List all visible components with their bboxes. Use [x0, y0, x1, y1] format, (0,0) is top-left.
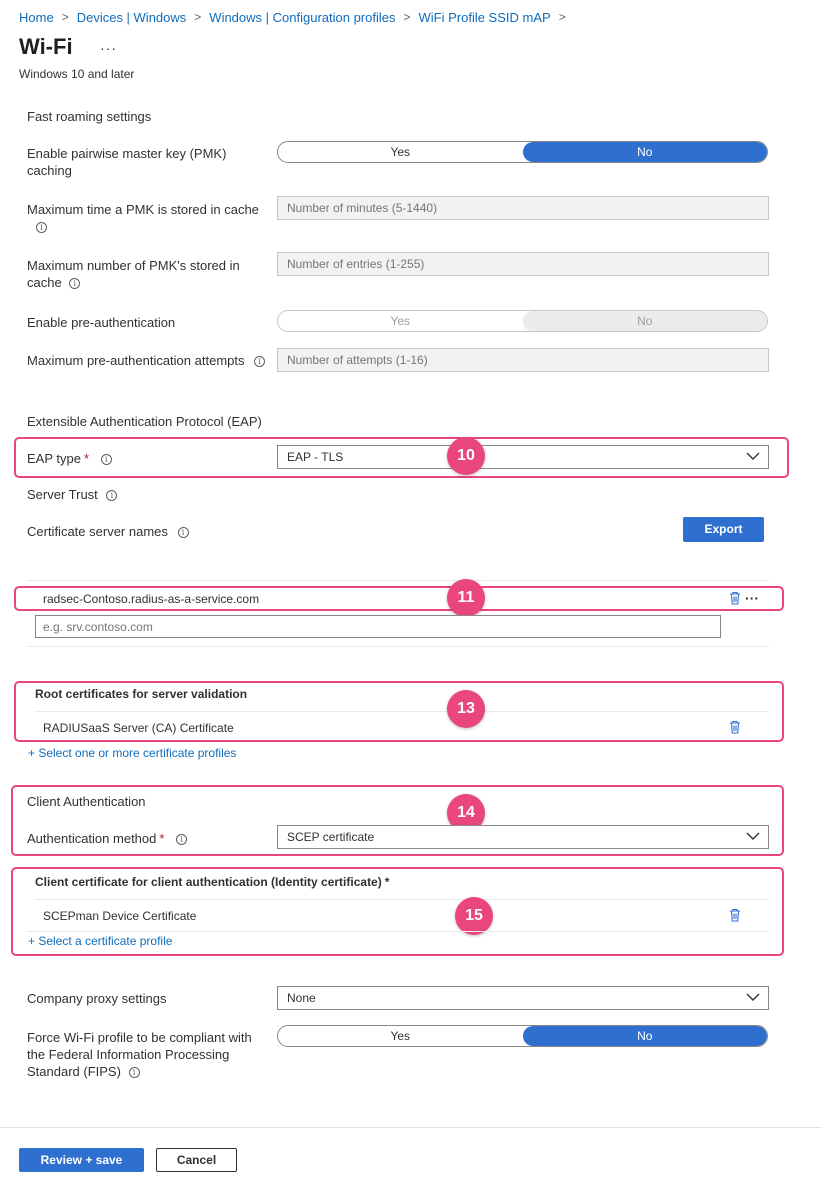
eap-type-label: EAP type * i	[27, 450, 112, 467]
breadcrumb-wifi-profile[interactable]: WiFi Profile SSID mAP	[419, 10, 551, 25]
proxy-label: Company proxy settings	[27, 991, 167, 1006]
page-title: Wi-Fi	[19, 34, 73, 59]
delete-icon[interactable]	[729, 720, 741, 734]
required-marker: *	[83, 451, 90, 466]
pmk-caching-yes-option[interactable]: Yes	[278, 142, 523, 162]
cancel-button[interactable]: Cancel	[156, 1148, 237, 1172]
pre-auth-attempts-input	[277, 348, 769, 372]
breadcrumb-devices-windows[interactable]: Devices | Windows	[77, 10, 187, 25]
root-cert-item: RADIUSaaS Server (CA) Certificate	[43, 721, 234, 735]
pmk-max-count-label-text: Maximum number of PMK's stored in cache	[27, 258, 240, 290]
divider	[27, 580, 769, 581]
callout-badge-10: 10	[447, 437, 485, 475]
info-icon[interactable]: i	[128, 1067, 140, 1079]
callout-badge-15: 15	[455, 897, 493, 935]
proxy-dropdown[interactable]: None	[277, 986, 769, 1010]
pmk-caching-no-option[interactable]: No	[522, 142, 767, 162]
delete-icon[interactable]	[729, 908, 741, 922]
chevron-right-icon: >	[194, 10, 202, 24]
fast-roaming-section-title: Fast roaming settings	[27, 109, 152, 124]
review-save-button[interactable]: Review + save	[19, 1148, 144, 1172]
chevron-down-icon	[746, 452, 760, 460]
auth-method-label-text: Authentication method	[27, 831, 157, 846]
auth-method-dropdown[interactable]: SCEP certificate	[277, 825, 769, 849]
root-certs-title: Root certificates for server validation	[35, 687, 248, 701]
pmk-max-time-input	[277, 196, 769, 220]
pre-auth-toggle: Yes No	[277, 310, 768, 332]
chevron-down-icon	[746, 832, 760, 840]
client-cert-title-text: Client certificate for client authentica…	[35, 875, 382, 889]
breadcrumb: Home > Devices | Windows > Windows | Con…	[19, 8, 574, 26]
pre-auth-attempts-label-text: Maximum pre-authentication attempts	[27, 353, 245, 368]
eap-section-title: Extensible Authentication Protocol (EAP)	[27, 414, 262, 429]
page-subtitle: Windows 10 and later	[19, 67, 135, 81]
divider	[35, 899, 769, 900]
pmk-max-time-label-text: Maximum time a PMK is stored in cache	[27, 202, 259, 217]
row-more-options-button[interactable]: ···	[745, 590, 759, 606]
eap-type-dropdown[interactable]: EAP - TLS	[277, 445, 769, 469]
pre-auth-label: Enable pre-authentication	[27, 315, 176, 330]
footer-divider	[0, 1127, 821, 1128]
divider	[35, 711, 769, 712]
pmk-max-time-label: Maximum time a PMK is stored in cache i	[27, 201, 262, 235]
divider	[27, 646, 769, 647]
client-auth-section-title: Client Authentication	[27, 794, 146, 809]
chevron-right-icon: >	[558, 10, 566, 24]
chevron-right-icon: >	[61, 10, 69, 24]
info-icon[interactable]: i	[100, 454, 112, 466]
server-trust-label: Server Trust i	[27, 486, 118, 503]
pmk-caching-toggle[interactable]: Yes No	[277, 141, 768, 163]
info-icon[interactable]: i	[69, 278, 81, 290]
auth-method-value: SCEP certificate	[287, 830, 375, 844]
divider	[27, 931, 769, 932]
delete-icon[interactable]	[729, 591, 741, 605]
callout-badge-11: 11	[447, 579, 485, 617]
export-button[interactable]: Export	[683, 517, 764, 542]
select-root-cert-profiles-link[interactable]: + Select one or more certificate profile…	[28, 746, 236, 760]
breadcrumb-configuration-profiles[interactable]: Windows | Configuration profiles	[209, 10, 395, 25]
proxy-value: None	[287, 991, 316, 1005]
fips-toggle[interactable]: Yes No	[277, 1025, 768, 1047]
pmk-max-count-label: Maximum number of PMK's stored in cache …	[27, 257, 262, 291]
pre-auth-no-option: No	[522, 311, 767, 331]
eap-type-label-text: EAP type	[27, 451, 81, 466]
required-marker: *	[159, 831, 165, 846]
info-icon[interactable]: i	[177, 527, 189, 539]
pmk-max-count-input	[277, 252, 769, 276]
pre-auth-attempts-label: Maximum pre-authentication attempts i	[27, 352, 266, 369]
pre-auth-yes-option: Yes	[390, 314, 411, 328]
breadcrumb-home[interactable]: Home	[19, 10, 54, 25]
fips-no-option[interactable]: No	[522, 1026, 767, 1046]
fips-yes-option[interactable]: Yes	[278, 1026, 523, 1046]
info-icon[interactable]: i	[36, 222, 47, 234]
fips-label: Force Wi-Fi profile to be compliant with…	[27, 1029, 265, 1080]
info-icon[interactable]: i	[254, 356, 266, 368]
client-cert-item: SCEPman Device Certificate	[43, 909, 197, 923]
callout-badge-13: 13	[447, 690, 485, 728]
required-marker: *	[384, 875, 390, 889]
server-name-input[interactable]	[35, 615, 721, 638]
server-name-entry[interactable]: radsec-Contoso.radius-as-a-service.com	[43, 591, 259, 608]
chevron-down-icon	[746, 993, 760, 1001]
more-options-button[interactable]: ···	[100, 40, 117, 56]
server-trust-label-text: Server Trust	[27, 487, 98, 502]
select-client-cert-profile-link[interactable]: + Select a certificate profile	[28, 934, 172, 948]
chevron-right-icon: >	[403, 10, 411, 24]
info-icon[interactable]: i	[106, 490, 118, 502]
info-icon[interactable]: i	[176, 834, 188, 846]
eap-type-value: EAP - TLS	[287, 450, 344, 464]
cert-server-names-label-text: Certificate server names	[27, 524, 168, 539]
pmk-caching-label: Enable pairwise master key (PMK) caching	[27, 146, 227, 178]
client-cert-title: Client certificate for client authentica…	[35, 874, 389, 891]
auth-method-label: Authentication method * i	[27, 830, 188, 847]
cert-server-names-label: Certificate server names i	[27, 523, 189, 540]
